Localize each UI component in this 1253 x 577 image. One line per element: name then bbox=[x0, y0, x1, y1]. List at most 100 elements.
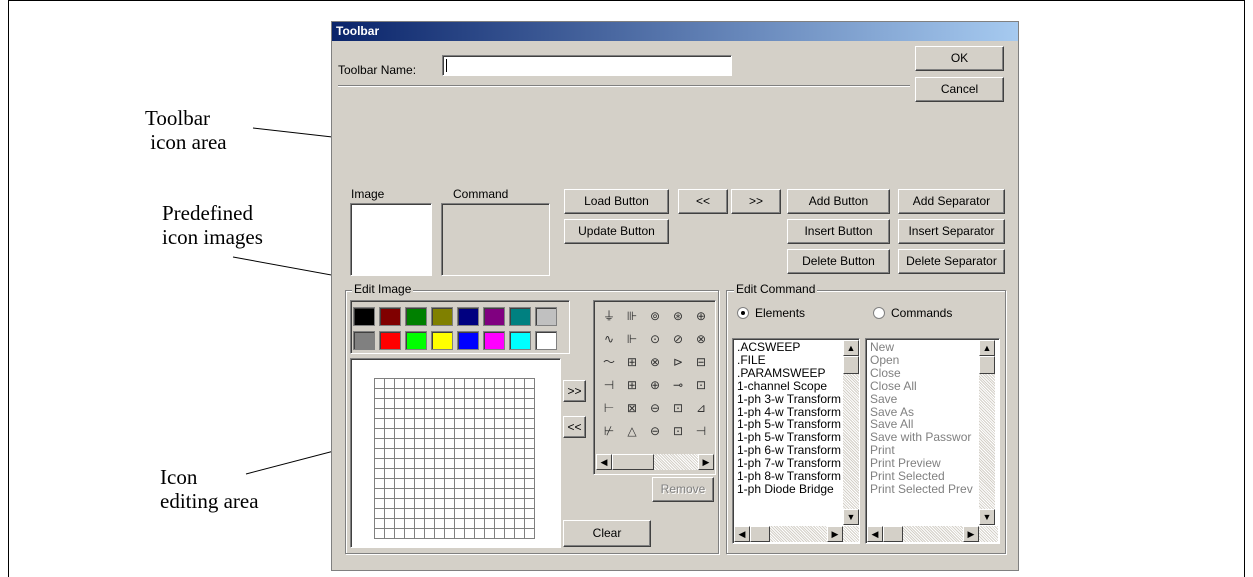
pixel-cell[interactable] bbox=[415, 429, 425, 439]
pixel-cell[interactable] bbox=[375, 529, 385, 539]
pixel-cell[interactable] bbox=[525, 479, 535, 489]
pixel-cell[interactable] bbox=[475, 489, 485, 499]
pixel-cell[interactable] bbox=[385, 379, 395, 389]
pixel-cell[interactable] bbox=[385, 449, 395, 459]
pixel-cell[interactable] bbox=[465, 389, 475, 399]
pixel-cell[interactable] bbox=[385, 429, 395, 439]
pixel-cell[interactable] bbox=[375, 499, 385, 509]
pixel-cell[interactable] bbox=[465, 489, 475, 499]
clear-button[interactable]: Clear bbox=[563, 520, 651, 547]
elements-list[interactable]: .ACSWEEP .FILE .PARAMSWEEP 1-channel Scope 1… bbox=[735, 341, 843, 526]
predefined-icon[interactable]: ⊗ bbox=[644, 351, 666, 373]
pixel-cell[interactable] bbox=[435, 459, 445, 469]
pixel-cell[interactable] bbox=[445, 469, 455, 479]
pixel-cell[interactable] bbox=[405, 439, 415, 449]
update-button[interactable]: Update Button bbox=[564, 219, 669, 244]
pixel-cell[interactable] bbox=[515, 399, 525, 409]
predefined-icon[interactable]: ⊪ bbox=[621, 305, 643, 327]
pixel-cell[interactable] bbox=[515, 509, 525, 519]
pixel-cell[interactable] bbox=[375, 519, 385, 529]
color-swatch[interactable] bbox=[379, 307, 401, 326]
pixel-cell[interactable] bbox=[465, 509, 475, 519]
pixel-cell[interactable] bbox=[515, 439, 525, 449]
pixel-cell[interactable] bbox=[415, 519, 425, 529]
pixel-cell[interactable] bbox=[435, 419, 445, 429]
copy-to-editor-button[interactable]: >> bbox=[563, 380, 586, 402]
pixel-cell[interactable] bbox=[505, 459, 515, 469]
pixel-cell[interactable] bbox=[415, 449, 425, 459]
pixel-cell[interactable] bbox=[485, 469, 495, 479]
predefined-icon[interactable]: ∿ bbox=[598, 328, 620, 350]
pixel-cell[interactable] bbox=[485, 509, 495, 519]
scroll-thumb[interactable] bbox=[979, 356, 995, 374]
color-swatch[interactable] bbox=[353, 307, 375, 326]
pixel-cell[interactable] bbox=[445, 519, 455, 529]
pixel-cell[interactable] bbox=[495, 389, 505, 399]
pixel-cell[interactable] bbox=[515, 419, 525, 429]
predefined-icon[interactable]: ⊩ bbox=[621, 328, 643, 350]
pixel-cell[interactable] bbox=[515, 449, 525, 459]
pixel-cell[interactable] bbox=[385, 399, 395, 409]
pixel-cell[interactable] bbox=[435, 379, 445, 389]
pixel-cell[interactable] bbox=[405, 399, 415, 409]
pixel-cell[interactable] bbox=[475, 459, 485, 469]
predefined-icon[interactable]: ⊛ bbox=[667, 305, 689, 327]
pixel-cell[interactable] bbox=[515, 429, 525, 439]
pixel-cell[interactable] bbox=[485, 409, 495, 419]
radio-checked-icon[interactable] bbox=[737, 307, 749, 319]
pixel-cell[interactable] bbox=[425, 499, 435, 509]
pixel-cell[interactable] bbox=[505, 419, 515, 429]
pixel-cell[interactable] bbox=[415, 379, 425, 389]
color-swatch[interactable] bbox=[457, 331, 479, 350]
pixel-cell[interactable] bbox=[445, 489, 455, 499]
pixel-cell[interactable] bbox=[515, 529, 525, 539]
pixel-cell[interactable] bbox=[405, 419, 415, 429]
pixel-cell[interactable] bbox=[415, 459, 425, 469]
move-next-button[interactable]: >> bbox=[731, 189, 781, 214]
pixel-cell[interactable] bbox=[475, 519, 485, 529]
pixel-cell[interactable] bbox=[395, 409, 405, 419]
pixel-cell[interactable] bbox=[525, 379, 535, 389]
pixel-cell[interactable] bbox=[375, 389, 385, 399]
pixel-cell[interactable] bbox=[475, 399, 485, 409]
pixel-cell[interactable] bbox=[405, 429, 415, 439]
pixel-cell[interactable] bbox=[395, 459, 405, 469]
pixel-cell[interactable] bbox=[385, 529, 395, 539]
scroll-left-icon[interactable]: ◀ bbox=[734, 526, 750, 542]
pixel-cell[interactable] bbox=[395, 419, 405, 429]
predefined-icon[interactable]: ⊡ bbox=[667, 420, 689, 442]
pixel-cell[interactable] bbox=[425, 439, 435, 449]
pixel-cell[interactable] bbox=[465, 459, 475, 469]
pixel-cell[interactable] bbox=[455, 489, 465, 499]
pixel-cell[interactable] bbox=[505, 489, 515, 499]
pixel-cell[interactable] bbox=[495, 439, 505, 449]
list-item[interactable]: 1-ph 7-w Transform bbox=[735, 457, 843, 470]
color-swatch[interactable] bbox=[509, 331, 531, 350]
list-item[interactable]: Save As bbox=[868, 406, 978, 419]
predefined-icon[interactable]: ⊸ bbox=[667, 374, 689, 396]
pixel-cell[interactable] bbox=[525, 509, 535, 519]
pixel-cell[interactable] bbox=[435, 479, 445, 489]
pixel-cell[interactable] bbox=[385, 409, 395, 419]
pixel-cell[interactable] bbox=[505, 379, 515, 389]
predefined-icon[interactable]: ⊕ bbox=[644, 374, 666, 396]
pixel-cell[interactable] bbox=[465, 419, 475, 429]
list-item[interactable]: Save bbox=[868, 393, 978, 406]
pixel-cell[interactable] bbox=[495, 499, 505, 509]
pixel-cell[interactable] bbox=[525, 419, 535, 429]
color-swatch[interactable] bbox=[509, 307, 531, 326]
color-swatch[interactable] bbox=[535, 331, 557, 350]
pixel-cell[interactable] bbox=[375, 409, 385, 419]
pixel-cell[interactable] bbox=[435, 409, 445, 419]
predefined-icon[interactable]: △ bbox=[621, 420, 643, 442]
pixel-cell[interactable] bbox=[415, 499, 425, 509]
pixel-cell[interactable] bbox=[455, 459, 465, 469]
pixel-cell[interactable] bbox=[465, 519, 475, 529]
pixel-cell[interactable] bbox=[485, 379, 495, 389]
pixel-cell[interactable] bbox=[475, 529, 485, 539]
pixel-cell[interactable] bbox=[445, 529, 455, 539]
pixel-cell[interactable] bbox=[515, 379, 525, 389]
pixel-cell[interactable] bbox=[425, 419, 435, 429]
pixel-cell[interactable] bbox=[445, 459, 455, 469]
pixel-cell[interactable] bbox=[475, 509, 485, 519]
